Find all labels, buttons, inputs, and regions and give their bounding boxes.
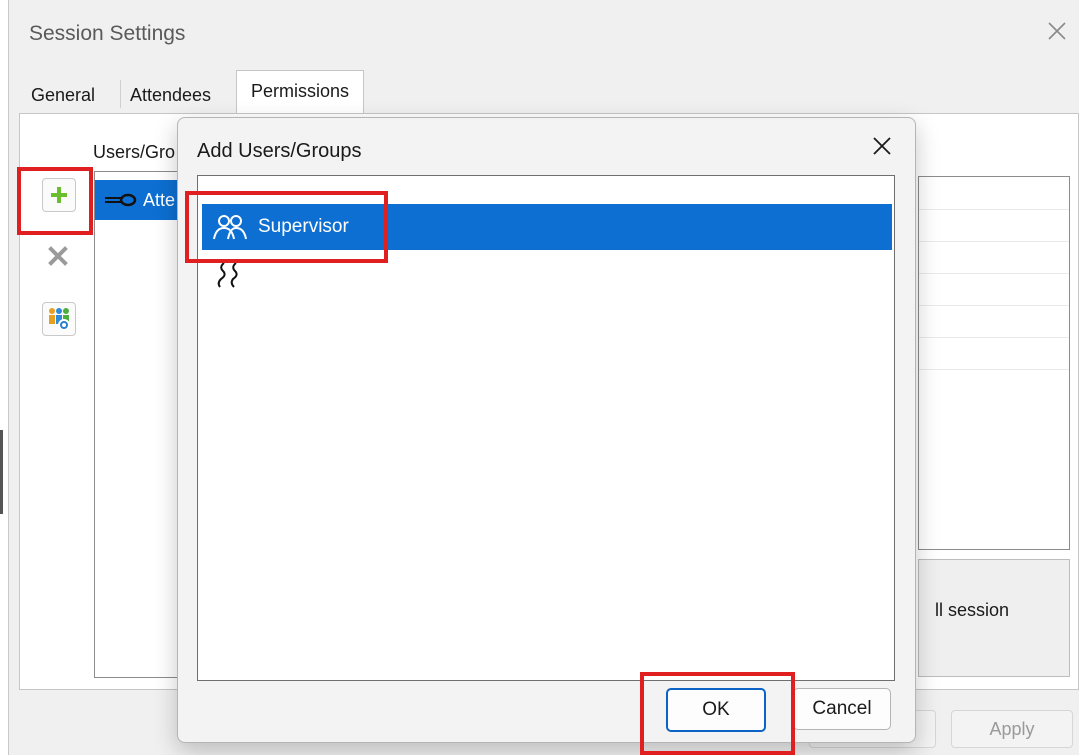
list-item-label: Supervisor [258,216,349,237]
window-edge [0,430,3,514]
users-groups-picker-list[interactable]: Supervisor [197,175,895,681]
manage-groups-button[interactable] [42,302,76,336]
dialog-close-button[interactable] [865,132,899,166]
cancel-button[interactable]: Cancel [793,688,891,730]
window-title: Session Settings [29,22,186,45]
row-divider [919,241,1069,242]
list-item-supervisor[interactable]: Supervisor [202,204,892,250]
ok-button[interactable]: OK [666,688,766,732]
row-divider [919,369,1069,370]
remove-icon [48,246,68,266]
add-users-groups-dialog: Add Users/Groups Supervisor OK Cancel [177,117,916,743]
key-icon [105,193,137,207]
add-button[interactable] [42,178,76,212]
apply-button[interactable]: Apply [951,710,1073,748]
list-item-group[interactable] [202,252,892,298]
users-groups-label: Users/Gro [93,142,176,162]
group-settings-icon [49,308,70,331]
permission-description-text: ll session [935,600,1010,620]
tab-separator [120,80,121,108]
dialog-title: Add Users/Groups [197,140,362,162]
row-divider [919,337,1069,338]
plus-icon [51,187,67,203]
group-outline-icon [217,262,238,288]
row-divider [919,273,1069,274]
close-icon [1048,22,1066,40]
group-icon [213,215,247,240]
permission-description: ll session [918,559,1070,677]
row-divider [919,305,1069,306]
row-divider [919,209,1069,210]
list-item-label: Atte [143,189,176,210]
remove-button[interactable] [42,240,74,272]
tab-general[interactable]: General [23,73,103,113]
tab-attendees[interactable]: Attendees [122,73,219,113]
close-icon [873,137,891,155]
tab-permissions[interactable]: Permissions [236,70,365,115]
permissions-list[interactable] [918,176,1070,550]
window-close-button[interactable] [1042,18,1072,48]
